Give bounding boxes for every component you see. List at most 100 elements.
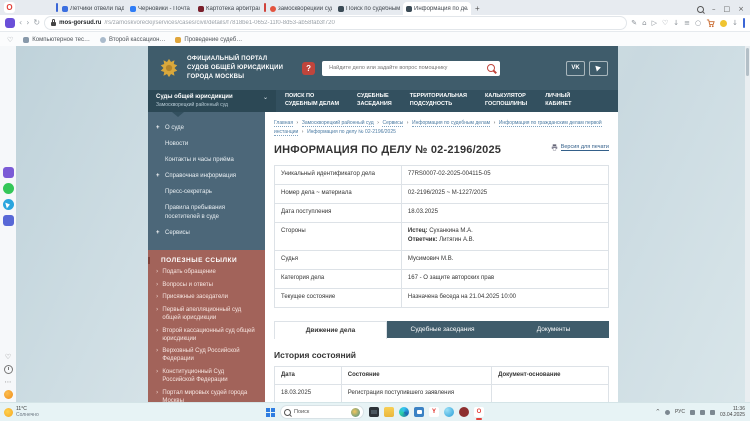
site-search-input[interactable]	[327, 64, 484, 72]
edit-icon[interactable]: ✎	[631, 19, 637, 27]
edge-icon[interactable]	[399, 407, 409, 417]
history-icon[interactable]	[4, 365, 13, 374]
tab-6-active[interactable]: Информация по делу №	[403, 2, 471, 15]
weather-widget[interactable]: 11°C Солнечно	[0, 406, 39, 419]
nav-item-personal-cabinet[interactable]: ЛИЧНЫЙ КАБИНЕТ	[536, 90, 580, 112]
page-scrollbar[interactable]	[745, 46, 750, 403]
cart-extension-icon[interactable]	[706, 19, 715, 28]
nav-item-fee-calculator[interactable]: КАЛЬКУЛЯТОР ГОСПОШЛИНЫ	[476, 90, 536, 112]
breadcrumb-case-info[interactable]: Информация по судебным делам	[412, 120, 490, 127]
file-explorer-icon[interactable]	[384, 407, 394, 417]
vk-button[interactable]: VK	[566, 61, 585, 76]
notification-dot-icon[interactable]	[4, 390, 13, 399]
court-selector[interactable]: Суды общей юрисдикции ⌄ Замоскворецкий р…	[148, 90, 276, 112]
sidebar-item-contacts[interactable]: Контакты и часы приёма	[148, 152, 265, 168]
reload-button[interactable]: ↻	[33, 19, 40, 27]
close-button[interactable]: ×	[738, 5, 744, 13]
expand-icon[interactable]: +	[156, 172, 161, 180]
breadcrumb-court[interactable]: Замоскворецкий районный суд	[302, 120, 374, 127]
nav-item-jurisdiction[interactable]: ТЕРРИТОРИАЛЬНАЯ ПОДСУДНОСТЬ	[401, 90, 476, 112]
aria-ai-icon[interactable]	[3, 167, 14, 178]
expand-icon[interactable]: +	[156, 229, 161, 237]
telegram-icon[interactable]	[3, 199, 14, 210]
bookmarks-heart-icon[interactable]: ♡	[7, 36, 13, 44]
useful-link-supreme-court[interactable]: › Верховный Суд Российской Федерации	[156, 343, 257, 364]
onedrive-icon[interactable]	[665, 410, 670, 415]
home-icon[interactable]: ⌂	[642, 19, 646, 27]
useful-link-constitutional-court[interactable]: › Конституционный Суд Российской Федерац…	[156, 364, 257, 385]
sidebar-item-press-secretary[interactable]: Пресс-секретарь	[148, 184, 265, 200]
help-button[interactable]: ?	[302, 62, 315, 75]
useful-link-first-appellate[interactable]: › Первый апелляционный суд общей юрисдик…	[156, 301, 257, 322]
sidebar-item-reference[interactable]: + Справочная информация	[148, 168, 265, 184]
useful-link-magistrates-portal[interactable]: › Портал мировых судей города Москвы	[156, 384, 257, 403]
url-path: /rs/zamoskvoreckij/services/cases/civil/…	[104, 20, 334, 26]
useful-link-second-cassation[interactable]: › Второй кассационный суд общей юрисдикц…	[156, 322, 257, 343]
breadcrumb-services[interactable]: Сервисы	[382, 120, 403, 127]
tab-5[interactable]: Поиск по судебным дел…	[335, 2, 403, 15]
search-icon[interactable]	[487, 64, 495, 72]
sidebar-item-services[interactable]: + Сервисы	[148, 225, 265, 241]
vk-messenger-icon[interactable]	[3, 215, 14, 226]
reader-icon[interactable]: ≡	[684, 19, 690, 27]
favorites-icon[interactable]: ♡	[5, 353, 11, 361]
expand-icon[interactable]: +	[156, 124, 161, 132]
tab-court-hearings[interactable]: Судебные заседания	[387, 321, 498, 338]
store-icon[interactable]	[414, 407, 424, 417]
nav-item-hearings[interactable]: СУДЕБНЫЕ ЗАСЕДАНИЯ	[348, 90, 401, 112]
back-button[interactable]: ‹	[19, 19, 22, 27]
language-indicator[interactable]: РУС	[675, 409, 685, 415]
forward-button[interactable]: ›	[26, 19, 29, 27]
maximize-button[interactable]: □	[724, 5, 731, 13]
taskbar-search[interactable]: Поиск	[280, 405, 364, 419]
profile-icon[interactable]: ○	[695, 19, 701, 27]
minimize-button[interactable]: –	[712, 5, 716, 13]
tab-2[interactable]: Черновики - Почта Mail	[127, 2, 195, 15]
downloads-button[interactable]: ↓	[732, 19, 738, 27]
workspace-icon[interactable]	[5, 18, 15, 28]
useful-link-submit-appeal[interactable]: › Подать обращение	[156, 264, 257, 277]
tab-3[interactable]: Картотека арбитражны…	[195, 2, 263, 15]
sidebar-item-visitor-rules[interactable]: Правила пребывания посетителей в суде	[148, 200, 265, 224]
opera-taskbar-icon[interactable]: O	[474, 407, 484, 417]
favorite-icon[interactable]: ♡	[662, 19, 668, 27]
yandex-icon[interactable]: Y	[429, 407, 439, 417]
taskbar-clock[interactable]: 11:36 03.04.2025	[720, 406, 745, 419]
volume-icon[interactable]	[700, 410, 705, 415]
extension-icon[interactable]	[720, 20, 727, 27]
network-icon[interactable]	[690, 410, 695, 415]
bookmark-3[interactable]: Проведение судеб…	[175, 37, 242, 43]
sidebar-item-news[interactable]: Новости	[148, 136, 265, 152]
swoosh-app-icon[interactable]	[444, 407, 454, 417]
whatsapp-icon[interactable]	[3, 183, 14, 194]
maroon-app-icon[interactable]	[459, 407, 469, 417]
nav-item-case-search[interactable]: ПОИСК ПО СУДЕБНЫМ ДЕЛАМ	[276, 90, 348, 112]
breadcrumb-home[interactable]: Главная	[274, 120, 293, 127]
tray-chevron-icon[interactable]: ^	[656, 409, 660, 415]
scrollbar-thumb[interactable]	[746, 48, 749, 76]
tab-group-indicator-blue[interactable]	[56, 3, 58, 12]
tab-case-movement[interactable]: Движение дела	[274, 321, 387, 339]
sidebar-panel-toggle[interactable]	[743, 18, 745, 28]
start-button[interactable]	[266, 408, 275, 417]
bookmark-2[interactable]: Второй кассацион…	[100, 37, 165, 43]
more-options-icon[interactable]: ⋯	[5, 378, 12, 386]
url-field[interactable]: mos-gorsud.ru /rs/zamoskvoreckij/service…	[44, 16, 627, 30]
tab-group-indicator-red[interactable]	[264, 3, 266, 12]
telegram-button[interactable]	[589, 61, 608, 76]
useful-link-jurors[interactable]: › Присяжные заседатели	[156, 289, 257, 302]
new-tab-button[interactable]: +	[475, 4, 480, 13]
play-icon[interactable]: ▷	[652, 19, 657, 27]
tab-search-icon[interactable]	[697, 6, 704, 13]
battery-icon[interactable]	[710, 410, 715, 415]
download-icon[interactable]: ↓	[673, 19, 679, 27]
bookmark-1[interactable]: Компьютерное тес…	[23, 37, 90, 43]
tab-1[interactable]: Летчики отвели падающ…	[59, 2, 127, 15]
sidebar-item-about[interactable]: + О суде	[148, 120, 265, 136]
tab-4[interactable]: замоскворецкий суд — З…	[267, 2, 335, 15]
tab-documents[interactable]: Документы	[498, 321, 609, 338]
taskview-icon[interactable]	[369, 407, 379, 417]
print-version-link[interactable]: Версия для печати	[551, 144, 609, 151]
useful-link-faq[interactable]: › Вопросы и ответы	[156, 276, 257, 289]
opera-menu-button[interactable]: O	[4, 2, 15, 13]
